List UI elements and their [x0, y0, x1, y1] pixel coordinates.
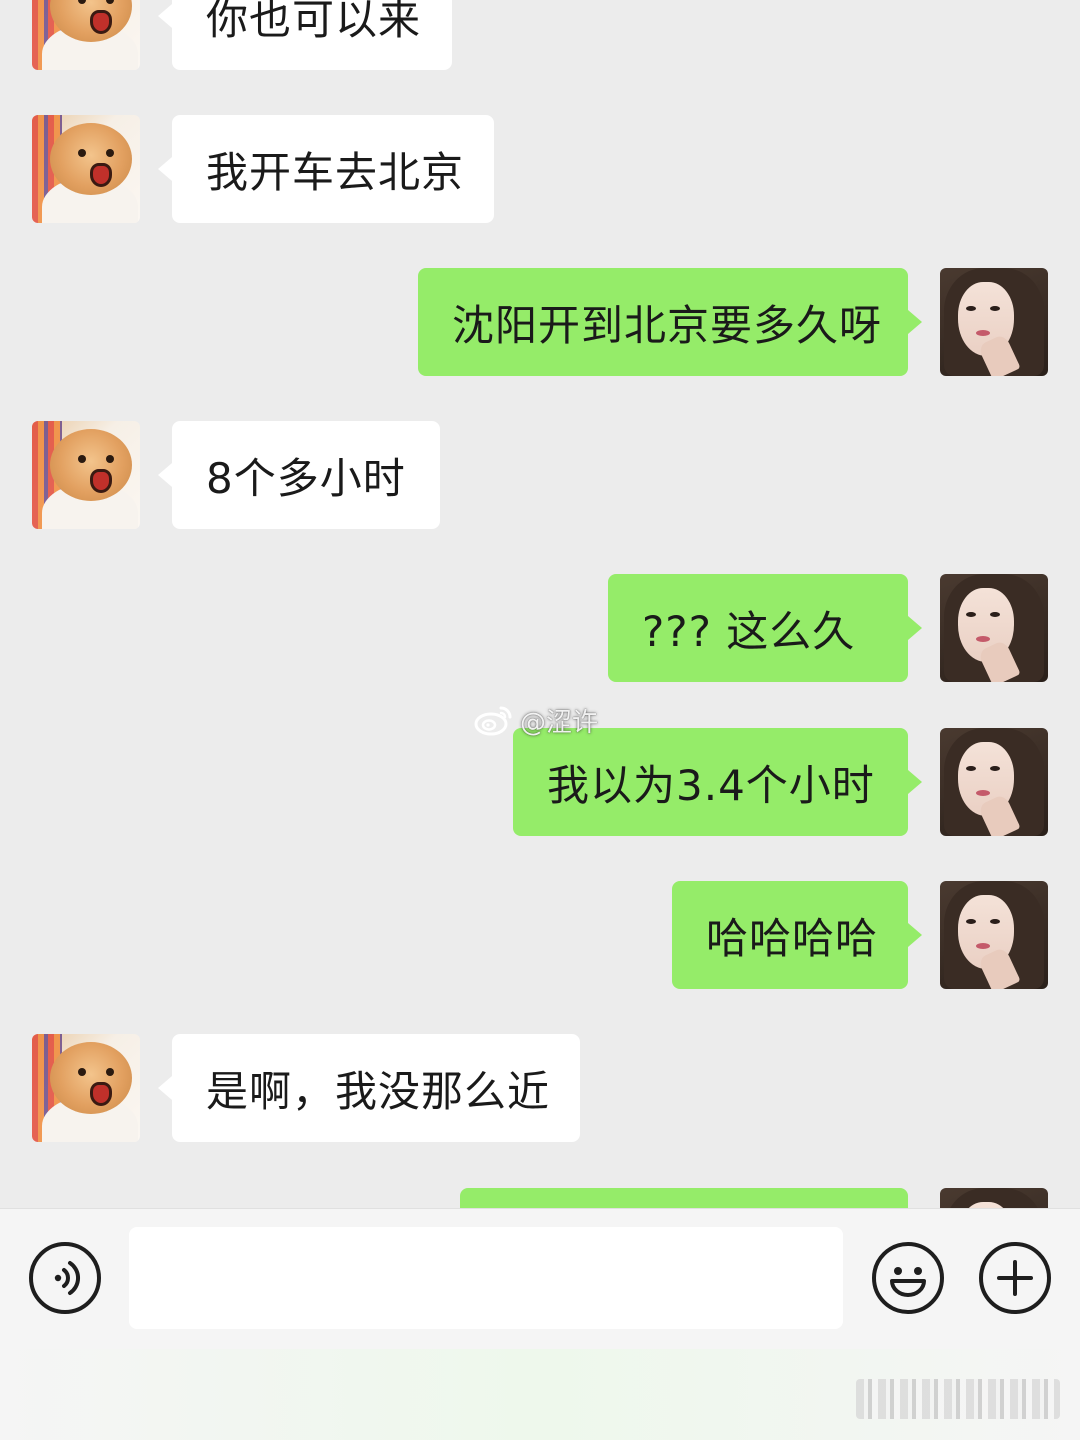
- avatar-eye: [990, 306, 1000, 311]
- avatar-eye: [966, 612, 976, 617]
- message-incoming: 是啊，我没那么近: [0, 1034, 1080, 1142]
- message-list[interactable]: 你也可以来 我开车去北京 沈阳开到北京要多久呀 8个多小时 ??? 这么久 我以…: [0, 0, 1080, 1208]
- message-bubble[interactable]: 沈阳开到北京要多久呀: [418, 268, 922, 376]
- avatar-dog-eye: [78, 455, 86, 463]
- voice-icon: [54, 1261, 80, 1295]
- message-bubble[interactable]: 我开车去北京: [158, 115, 494, 223]
- avatar-dog-mouth: [90, 163, 112, 187]
- watermark: @涩许: [474, 700, 598, 740]
- watermark-text: @涩许: [520, 707, 599, 738]
- message-bubble[interactable]: 我以为3.4个小时: [513, 728, 922, 836]
- avatar-dog-eye: [106, 455, 114, 463]
- avatar-eye: [966, 919, 976, 924]
- weibo-icon: [474, 706, 512, 736]
- avatar-eye: [966, 306, 976, 311]
- avatar-dog-mouth: [90, 1082, 112, 1106]
- message-incoming: 我开车去北京: [0, 115, 1080, 223]
- message-text: 是啊，我没那么近: [206, 1066, 551, 1116]
- emoji-button[interactable]: [872, 1242, 944, 1314]
- my-avatar[interactable]: [940, 881, 1048, 989]
- avatar-dog-mouth: [90, 469, 112, 493]
- message-outgoing: ??? 这么久: [0, 574, 1080, 682]
- message-bubble[interactable]: ??? 这么久: [608, 574, 922, 682]
- my-avatar[interactable]: [940, 268, 1048, 376]
- avatar-dog-head: [50, 123, 132, 195]
- avatar-dog-mouth: [90, 10, 112, 34]
- message-bubble[interactable]: 是啊，我没那么近: [158, 1034, 580, 1142]
- avatar-eye: [966, 766, 976, 771]
- voice-button[interactable]: [29, 1242, 101, 1314]
- contact-avatar[interactable]: [32, 421, 140, 529]
- message-text: 哈哈哈哈: [706, 913, 879, 963]
- contact-avatar[interactable]: [32, 115, 140, 223]
- message-text: 8个多小时: [206, 453, 406, 503]
- avatar-dog-eye: [106, 149, 114, 157]
- message-text: ??? 这么久: [642, 606, 856, 656]
- my-avatar[interactable]: [940, 728, 1048, 836]
- contact-avatar[interactable]: [32, 1034, 140, 1142]
- message-bubble[interactable]: [460, 1188, 908, 1208]
- avatar-dog-eye: [78, 149, 86, 157]
- my-avatar[interactable]: [940, 574, 1048, 682]
- avatar-dog-eye: [106, 1068, 114, 1076]
- message-outgoing: 哈哈哈哈: [0, 881, 1080, 989]
- message-outgoing: 沈阳开到北京要多久呀: [0, 268, 1080, 376]
- message-bubble[interactable]: 你也可以来: [158, 0, 452, 70]
- message-text: 沈阳开到北京要多久呀: [452, 300, 883, 350]
- avatar-dog-head: [50, 1042, 132, 1114]
- message-bubble[interactable]: 哈哈哈哈: [672, 881, 922, 989]
- message-outgoing: [0, 1188, 1080, 1208]
- message-text: 你也可以来: [206, 0, 422, 44]
- emoji-icon: [890, 1267, 926, 1297]
- message-incoming: 你也可以来: [0, 0, 1080, 70]
- input-bar: [0, 1208, 1080, 1440]
- plus-button[interactable]: [979, 1242, 1051, 1314]
- contact-avatar[interactable]: [32, 0, 140, 70]
- message-incoming: 8个多小时: [0, 421, 1080, 529]
- message-text: 我以为3.4个小时: [547, 760, 875, 810]
- message-text: 我开车去北京: [206, 147, 465, 197]
- my-avatar[interactable]: [940, 1188, 1048, 1208]
- avatar-eye: [990, 766, 1000, 771]
- avatar-lips: [976, 330, 990, 336]
- avatar-dog-head: [50, 429, 132, 501]
- chat-screen: 你也可以来 我开车去北京 沈阳开到北京要多久呀 8个多小时 ??? 这么久 我以…: [0, 0, 1080, 1440]
- message-outgoing: 我以为3.4个小时: [0, 728, 1080, 836]
- avatar-lips: [976, 636, 990, 642]
- avatar-dog-eye: [78, 1068, 86, 1076]
- corner-watermark: [856, 1379, 1060, 1419]
- plus-icon: [997, 1260, 1033, 1296]
- avatar-lips: [976, 943, 990, 949]
- avatar-eye: [990, 919, 1000, 924]
- avatar-lips: [976, 790, 990, 796]
- message-bubble[interactable]: 8个多小时: [158, 421, 440, 529]
- message-input[interactable]: [129, 1227, 843, 1329]
- avatar-eye: [990, 612, 1000, 617]
